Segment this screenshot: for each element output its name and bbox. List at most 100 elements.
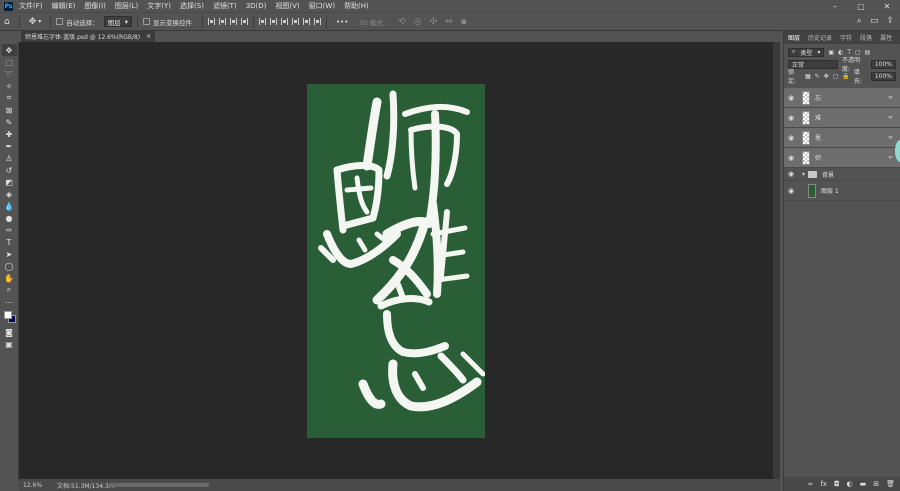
visibility-eye-icon[interactable]: ◉ <box>784 154 798 162</box>
distribute-right-icon[interactable] <box>314 18 322 25</box>
align-top-icon[interactable] <box>241 18 249 25</box>
workspace-icon[interactable]: ▭ <box>870 16 879 26</box>
path-selection-tool-icon[interactable]: ➤ <box>2 248 17 260</box>
layer-row[interactable]: ◉ 难 ∞ <box>784 108 900 128</box>
new-group-icon[interactable]: ▬ <box>860 480 867 488</box>
pen-tool-icon[interactable]: ✑ <box>2 224 17 236</box>
magic-wand-tool-icon[interactable]: ✧ <box>2 80 17 92</box>
visibility-eye-icon[interactable]: ◉ <box>784 187 798 195</box>
distribute-left-icon[interactable] <box>292 18 300 25</box>
floating-assistant-tab[interactable] <box>895 140 900 162</box>
visibility-eye-icon[interactable]: ◉ <box>784 94 798 102</box>
new-layer-icon[interactable]: ⊞ <box>873 480 879 488</box>
menu-select[interactable]: 选择(S) <box>180 1 204 11</box>
menu-help[interactable]: 帮助(H) <box>344 1 369 11</box>
distribute-bottom-icon[interactable] <box>281 18 289 25</box>
move-tool-icon[interactable]: ✥ <box>1 44 17 56</box>
align-hcenter-icon[interactable] <box>219 18 227 25</box>
vertical-scrollbar[interactable] <box>773 42 780 479</box>
canvas-area[interactable] <box>19 42 773 479</box>
layer-row[interactable]: ◉ 恩 ∞ <box>784 128 900 148</box>
tab-history[interactable]: 历史记录 <box>808 33 832 42</box>
more-options-button[interactable]: ••• <box>336 18 348 26</box>
3d-scale-icon[interactable]: ▪ <box>461 17 467 27</box>
blur-tool-icon[interactable]: 💧 <box>2 200 17 212</box>
maximize-button[interactable]: ▢ <box>848 0 874 12</box>
more-tools-icon[interactable]: ⋯ <box>2 296 17 308</box>
auto-select-target-dropdown[interactable]: 图层 ▾ <box>103 16 133 27</box>
hand-tool-icon[interactable]: ✋ <box>2 272 17 284</box>
dodge-tool-icon[interactable]: ● <box>2 212 17 224</box>
paint-bucket-tool-icon[interactable]: ◈ <box>2 188 17 200</box>
layer-row[interactable]: ◉ 师 ∞ <box>784 148 900 168</box>
tab-properties[interactable]: 属性 <box>880 33 892 42</box>
color-swatches[interactable] <box>2 310 17 326</box>
frame-tool-icon[interactable]: ⊠ <box>2 104 17 116</box>
lock-transparent-icon[interactable]: ▦ <box>805 73 811 80</box>
visibility-eye-icon[interactable]: ◉ <box>784 134 798 142</box>
lock-move-icon[interactable]: ✥ <box>824 73 829 80</box>
filter-pixel-icon[interactable]: ▣ <box>828 49 834 56</box>
3d-slide-icon[interactable]: ⇔ <box>445 17 453 27</box>
marquee-tool-icon[interactable]: ⬚ <box>2 56 17 68</box>
crop-tool-icon[interactable]: ⌗ <box>2 92 17 104</box>
menu-3d[interactable]: 3D(D) <box>246 2 267 10</box>
tab-paragraph[interactable]: 段落 <box>860 33 872 42</box>
clone-stamp-tool-icon[interactable]: ♙ <box>2 152 17 164</box>
search-icon[interactable]: ⌕ <box>857 16 862 26</box>
lock-artboard-icon[interactable]: ▢ <box>833 73 839 80</box>
eyedropper-tool-icon[interactable]: ✎ <box>2 116 17 128</box>
zoom-tool-icon[interactable]: ⌕ <box>2 284 17 296</box>
menu-type[interactable]: 文字(Y) <box>147 1 171 11</box>
foreground-color-swatch[interactable] <box>3 311 12 319</box>
chevron-down-icon[interactable]: ▾ <box>802 171 805 178</box>
type-tool-icon[interactable]: T <box>2 236 17 248</box>
show-transform-checkbox[interactable]: 显示变换控件 <box>143 17 192 27</box>
screen-mode-icon[interactable]: ▣ <box>2 338 17 350</box>
document-tab[interactable]: 师恩难忘字体-蓝版.psd @ 12.6%(RGB/8) × <box>21 31 156 42</box>
lasso-tool-icon[interactable]: ➰ <box>2 68 17 80</box>
auto-select-checkbox[interactable]: 自动选择： <box>56 17 99 27</box>
lock-all-icon[interactable]: 🔒 <box>842 73 849 80</box>
fx-icon[interactable]: fx <box>820 480 827 488</box>
adjustment-layer-icon[interactable]: ◐ <box>847 480 853 488</box>
menu-edit[interactable]: 编辑(E) <box>52 1 76 11</box>
checkbox-box[interactable] <box>143 18 151 25</box>
close-icon[interactable]: × <box>146 33 151 40</box>
visibility-eye-icon[interactable]: ◉ <box>784 170 798 178</box>
distribute-top-icon[interactable] <box>259 18 267 25</box>
tab-layers[interactable]: 图层 <box>788 33 800 42</box>
minimize-button[interactable]: – <box>822 0 848 12</box>
layer-row[interactable]: ◉ 图层 1 <box>784 181 900 201</box>
distribute-hcenter-icon[interactable] <box>303 18 311 25</box>
share-icon[interactable]: ⇪ <box>886 16 894 26</box>
quick-mask-icon[interactable]: ◙ <box>2 326 17 338</box>
visibility-eye-icon[interactable]: ◉ <box>784 114 798 122</box>
move-tool-icon[interactable]: ✥ <box>29 17 37 27</box>
horizontal-scrollbar[interactable] <box>109 483 209 487</box>
shape-tool-icon[interactable]: ◯ <box>2 260 17 272</box>
layer-group-row[interactable]: ◉ ▾ 背景 <box>784 168 900 181</box>
close-button[interactable]: ✕ <box>874 0 900 12</box>
tab-character[interactable]: 字符 <box>840 33 852 42</box>
home-icon[interactable]: ⌂ <box>4 17 10 27</box>
layer-row[interactable]: ◉ 忘 ∞ <box>784 88 900 108</box>
layer-filter-dropdown[interactable]: ⌕ 类型 ▾ <box>788 47 825 57</box>
checkbox-box[interactable] <box>56 18 64 25</box>
link-layers-icon[interactable]: ∞ <box>808 480 814 488</box>
align-right-icon[interactable] <box>230 18 238 25</box>
healing-brush-tool-icon[interactable]: ✚ <box>2 128 17 140</box>
artboard[interactable] <box>307 84 485 438</box>
menu-view[interactable]: 视图(V) <box>275 1 299 11</box>
align-left-icon[interactable] <box>208 18 216 25</box>
menu-layer[interactable]: 图层(L) <box>115 1 138 11</box>
menu-filter[interactable]: 滤镜(T) <box>213 1 237 11</box>
eraser-tool-icon[interactable]: ◩ <box>2 176 17 188</box>
brush-tool-icon[interactable]: ✒ <box>2 140 17 152</box>
menu-window[interactable]: 窗口(W) <box>309 1 335 11</box>
chevron-down-icon[interactable]: ▾ <box>38 18 41 25</box>
delete-layer-icon[interactable]: 🗑 <box>886 480 895 488</box>
zoom-level[interactable]: 12.6% <box>19 482 49 489</box>
lock-paint-icon[interactable]: ✎ <box>815 73 820 80</box>
distribute-vcenter-icon[interactable] <box>270 18 278 25</box>
